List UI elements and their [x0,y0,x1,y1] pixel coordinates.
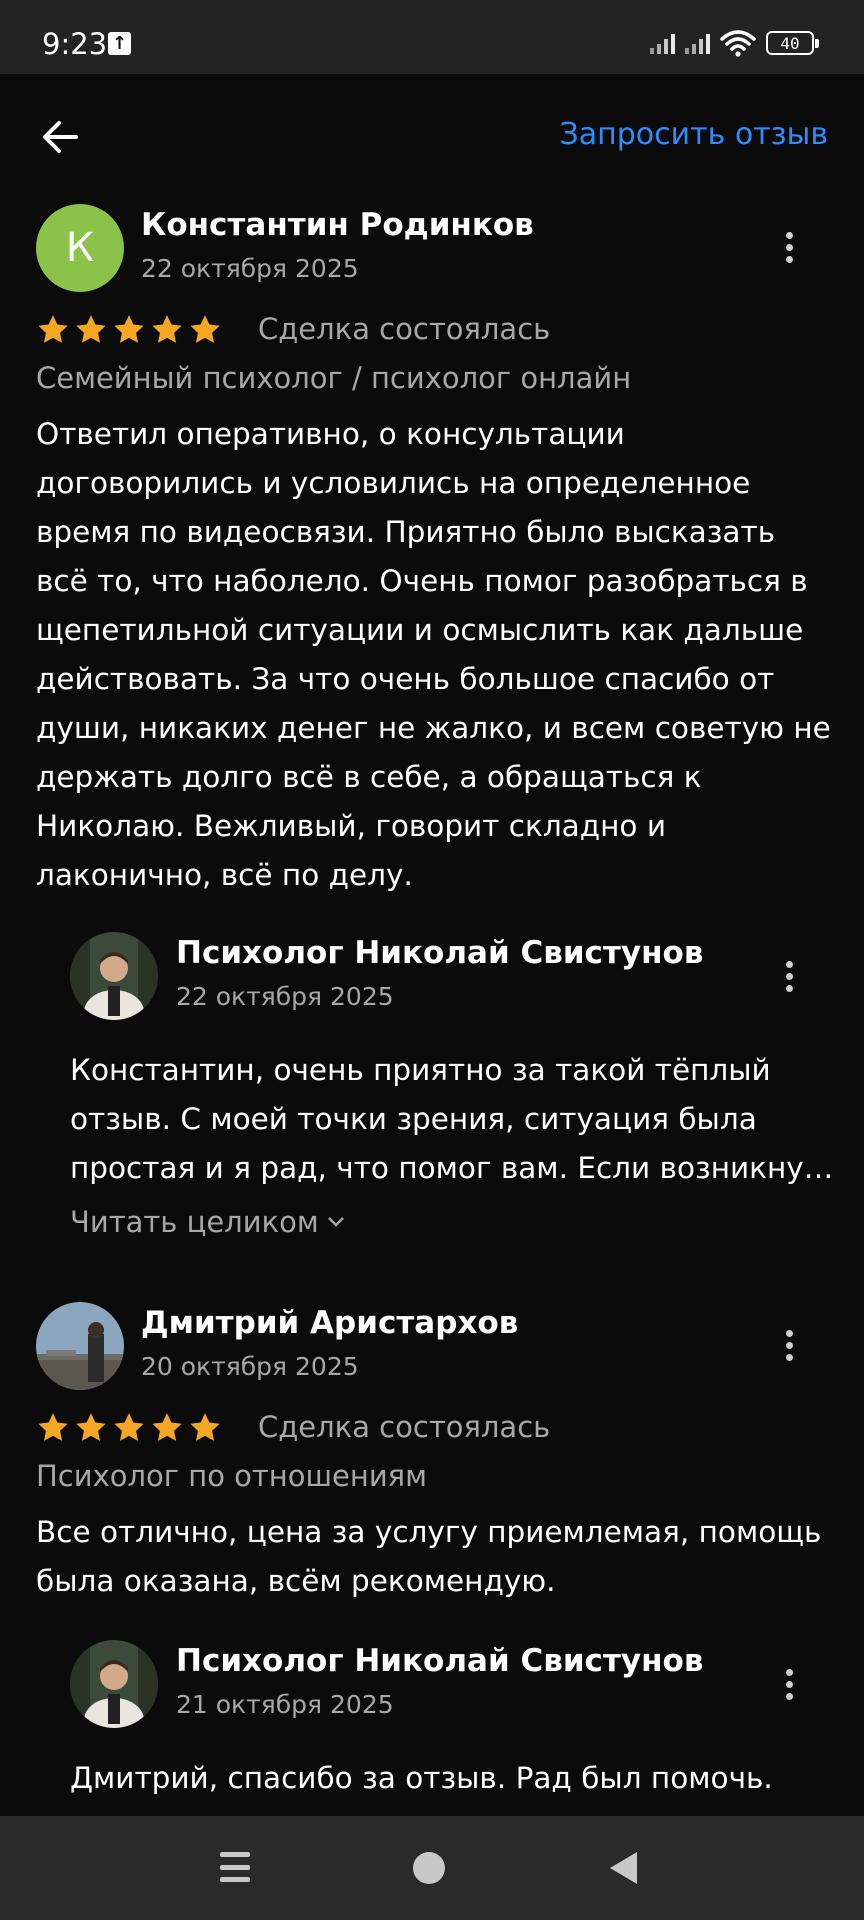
rating-stars [36,313,222,347]
reply-text: Константин, очень приятно за такой тёплы… [70,1053,834,1185]
review-date: 20 октября 2025 [141,1352,359,1381]
read-more-label: Читать целиком [70,1205,319,1239]
star-icon [190,315,220,343]
read-more-link[interactable]: Читать целиком [70,1205,345,1239]
deal-status: Сделка состоялась [258,1410,551,1444]
reply-avatar [70,1640,158,1728]
deal-status: Сделка состоялась [258,312,551,346]
star-icon [76,315,106,343]
review-text: Все отлично, цена за услугу приемлемая, … [36,1515,822,1598]
home-button[interactable] [413,1852,445,1884]
app-bar: Запросить отзыв [0,74,864,200]
star-icon [38,1413,68,1441]
signal-icon-2 [685,32,710,54]
reply-text: Дмитрий, спасибо за отзыв. Рад был помоч… [70,1761,773,1795]
chevron-down-icon [327,1217,344,1227]
reply-avatar [70,932,158,1020]
request-review-button[interactable]: Запросить отзыв [560,117,828,152]
battery-level: 40 [780,33,800,53]
system-nav-bar [0,1816,864,1920]
more-options-icon[interactable] [774,227,804,267]
back-button[interactable] [610,1852,637,1884]
star-icon [76,1413,106,1441]
avatar: К [36,204,124,292]
status-time: 9:23 [42,27,108,61]
upload-notification-icon: ↑ [108,32,131,55]
avatar-letter: К [65,225,95,271]
review-author: Константин Родинков [141,207,534,243]
star-icon [38,315,68,343]
review-date: 22 октября 2025 [141,254,359,283]
battery-icon: 40 [766,31,819,55]
recent-apps-button[interactable] [220,1852,250,1882]
reply-date: 22 октября 2025 [176,982,394,1011]
review-text: Ответил оперативно, о консультации догов… [36,417,831,892]
star-icon [114,1413,144,1441]
reply-more-options-icon[interactable] [774,956,804,996]
star-icon [114,315,144,343]
avatar [36,1302,124,1390]
status-bar: 9:23 ↑ 40 [0,0,864,74]
back-arrow-icon[interactable] [36,112,86,162]
reply-more-options-icon[interactable] [774,1664,804,1704]
star-icon [190,1413,220,1441]
service-category: Психолог по отношениям [36,1459,428,1493]
reply-author: Психолог Николай Свистунов [176,1643,704,1679]
reply-date: 21 октября 2025 [176,1690,394,1719]
status-icons: 40 [650,28,819,58]
signal-icon [650,32,675,54]
star-icon [152,1413,182,1441]
service-category: Семейный психолог / психолог онлайн [36,361,632,395]
more-options-icon[interactable] [774,1325,804,1365]
wifi-icon [720,30,756,57]
star-icon [152,315,182,343]
rating-stars [36,1411,222,1445]
review-author: Дмитрий Аристархов [141,1305,519,1341]
reply-author: Психолог Николай Свистунов [176,935,704,971]
